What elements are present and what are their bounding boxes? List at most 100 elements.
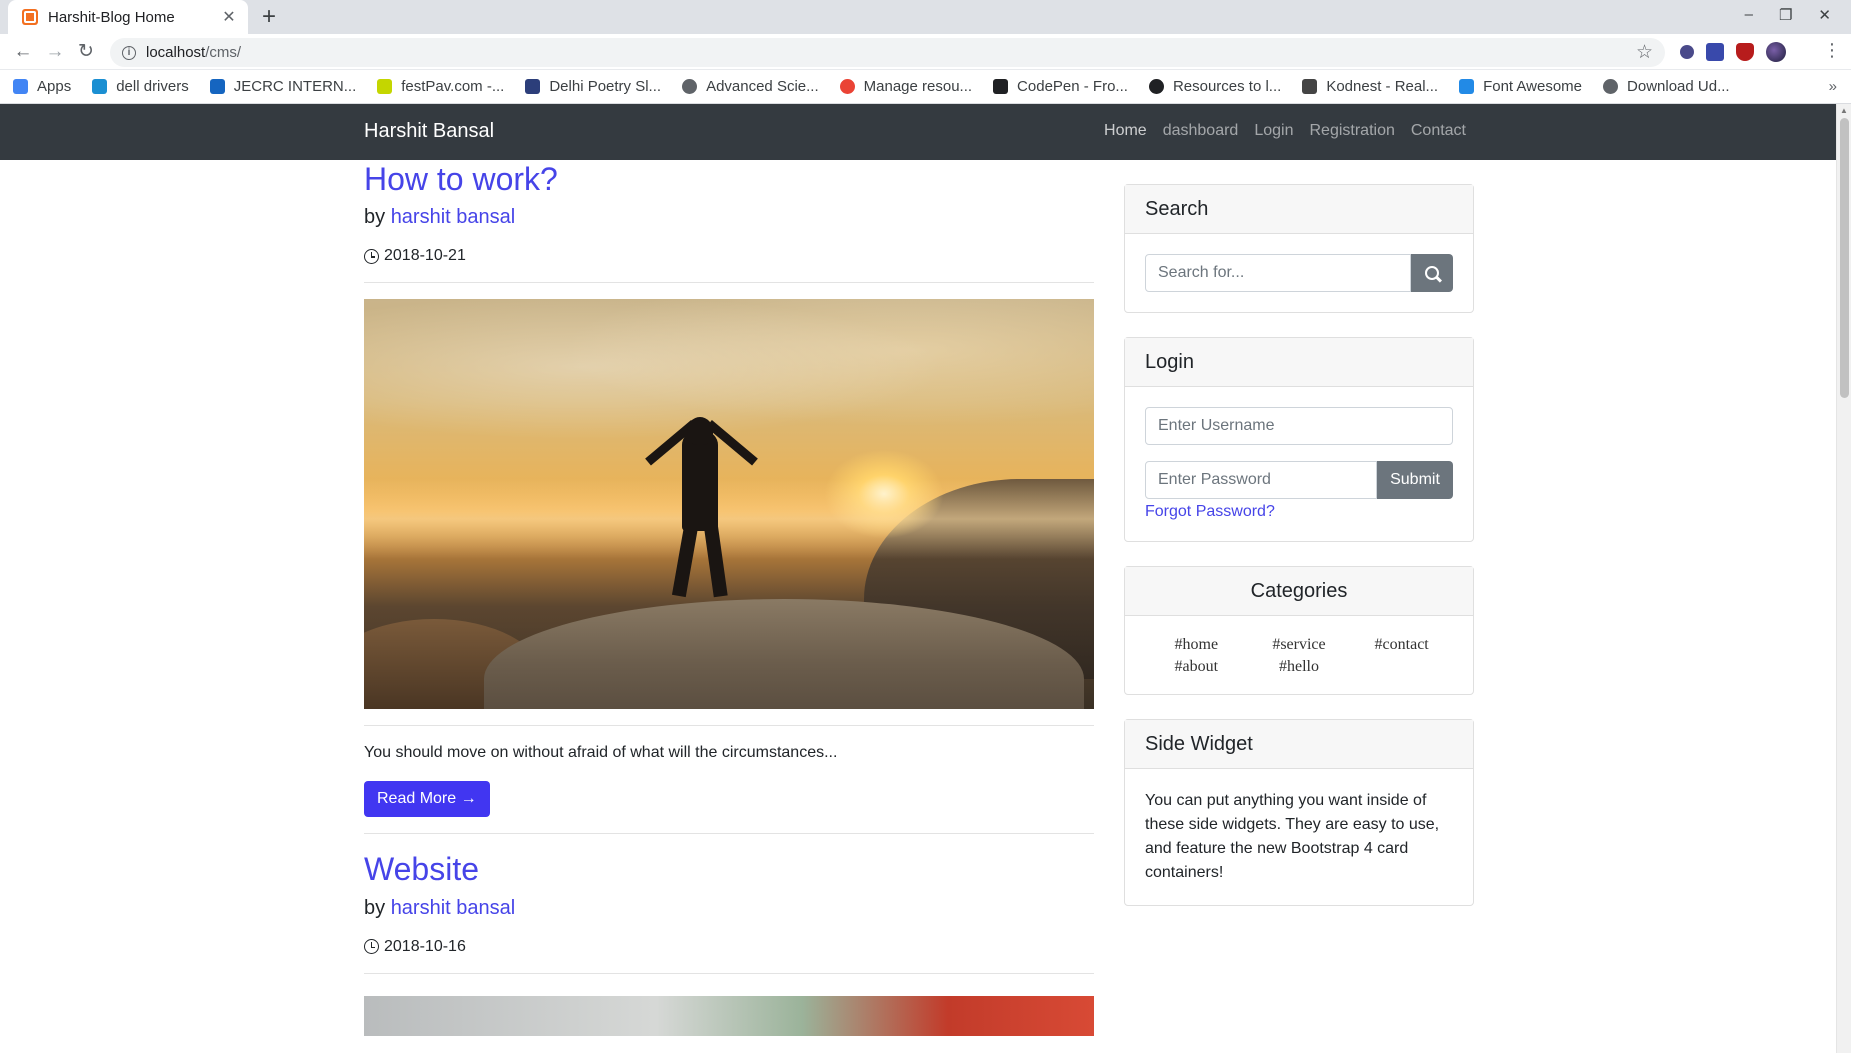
image-person-head [687, 417, 713, 446]
clock-icon [364, 939, 379, 955]
post-date: 2018-10-21 [364, 247, 1094, 265]
globe-icon [682, 79, 698, 94]
categories-card: Categories #home #service #contact #abou… [1124, 566, 1474, 695]
site-info-icon[interactable]: i [122, 45, 136, 60]
profile-avatar[interactable] [1766, 42, 1786, 62]
grid-extension-icon[interactable] [1706, 43, 1724, 61]
search-button[interactable] [1411, 254, 1453, 292]
browser-tab[interactable]: Harshit-Blog Home ✕ [8, 0, 248, 34]
site-navbar: Harshit Bansal Home dashboard Login Regi… [0, 104, 1836, 160]
browser-menu-icon[interactable]: ⋮ [1823, 40, 1841, 61]
scrollbar-thumb[interactable] [1840, 118, 1849, 398]
bookmark-label: dell drivers [116, 78, 189, 95]
scroll-up-arrow-icon[interactable]: ▲ [1840, 106, 1848, 115]
new-tab-icon[interactable]: + [262, 4, 276, 30]
reload-icon[interactable]: ↻ [73, 39, 99, 65]
kodnest-icon [1302, 79, 1318, 94]
delhi-poetry-icon [525, 79, 541, 94]
nav-link-home[interactable]: Home [1104, 122, 1147, 140]
password-group: Enter Password Submit [1145, 461, 1453, 499]
category-link-contact[interactable]: #contact [1350, 636, 1453, 654]
post-author-link[interactable]: harshit bansal [391, 897, 516, 919]
jecrc-icon [209, 79, 225, 94]
divider [364, 282, 1094, 284]
divider [364, 972, 1094, 974]
read-more-button[interactable]: Read More → [364, 781, 490, 818]
bookmark-star-icon[interactable]: ☆ [1636, 41, 1653, 64]
bookmarks-bar: Apps dell drivers JECRC INTERN... festPa… [0, 70, 1851, 104]
bookmark-item[interactable]: dell drivers [92, 78, 189, 95]
post-excerpt: You should move on without afraid of wha… [364, 744, 838, 762]
nav-link-registration[interactable]: Registration [1309, 122, 1394, 140]
page-scrollbar[interactable]: ▲ [1836, 104, 1851, 1053]
pen-extension-icon[interactable] [1680, 45, 1694, 59]
bookmark-label: Resources to l... [1172, 78, 1282, 95]
navbar-brand[interactable]: Harshit Bansal [364, 120, 494, 143]
tab-title: Harshit-Blog Home [48, 8, 175, 26]
post-title[interactable]: How to work? [364, 160, 1094, 198]
bookmark-label: Kodnest - Real... [1326, 78, 1439, 95]
category-link-about[interactable]: #about [1145, 658, 1248, 676]
globe-icon [1603, 79, 1619, 94]
category-list: #home #service #contact #about #hello [1125, 616, 1473, 694]
side-widget-text: You can put anything you want inside of … [1145, 792, 1440, 881]
post-featured-image [364, 299, 1094, 710]
sidebar: Search Search for... Login Enter Usernam… [1124, 184, 1474, 930]
address-bar[interactable]: i localhost/cms/ ☆ [110, 38, 1665, 67]
nav-link-login[interactable]: Login [1254, 122, 1293, 140]
username-input[interactable]: Enter Username [1145, 407, 1453, 445]
minimize-icon[interactable]: – [1745, 6, 1753, 24]
blog-post: Website by harshit bansal 2018-10-16 [364, 850, 1094, 1036]
post-byline: by harshit bansal [364, 206, 1094, 229]
bookmark-item[interactable]: Apps [13, 78, 71, 95]
post-byline: by harshit bansal [364, 897, 1094, 920]
bookmark-item[interactable]: CodePen - Fro... [993, 78, 1128, 95]
forward-arrow-icon[interactable]: → [42, 39, 68, 65]
back-arrow-icon[interactable]: ← [10, 39, 36, 65]
bookmark-label: Advanced Scie... [706, 78, 819, 95]
clock-icon [364, 248, 379, 264]
image-person-body [682, 431, 718, 532]
bookmark-item[interactable]: Manage resou... [839, 78, 972, 95]
post-date: 2018-10-16 [364, 938, 1094, 956]
post-author-link[interactable]: harshit bansal [391, 206, 516, 228]
site-favicon-icon [22, 9, 38, 25]
bookmark-item[interactable]: Resources to l... [1148, 78, 1282, 95]
bookmark-item[interactable]: Font Awesome [1459, 78, 1582, 95]
divider [364, 833, 1094, 835]
tab-close-icon[interactable]: ✕ [220, 7, 238, 27]
restore-icon[interactable]: ❐ [1779, 6, 1792, 24]
category-link-home[interactable]: #home [1145, 636, 1248, 654]
search-card: Search Search for... [1124, 184, 1474, 313]
more-bookmarks-icon[interactable]: » [1829, 78, 1837, 95]
navbar-links: Home dashboard Login Registration Contac… [1104, 122, 1466, 140]
blog-post: How to work? by harshit bansal 2018-10-2… [364, 160, 1094, 835]
search-group: Search for... [1145, 254, 1453, 292]
bookmark-item[interactable]: Download Ud... [1603, 78, 1730, 95]
by-label: by [364, 206, 386, 229]
nav-link-dashboard[interactable]: dashboard [1163, 122, 1239, 140]
google-icon [839, 79, 855, 94]
search-input[interactable]: Search for... [1145, 254, 1411, 292]
password-input[interactable]: Enter Password [1145, 461, 1377, 499]
bookmark-item[interactable]: Kodnest - Real... [1302, 78, 1438, 95]
search-icon [1425, 266, 1439, 280]
bookmark-label: Apps [37, 78, 72, 95]
post-date-text: 2018-10-21 [384, 247, 466, 265]
bookmark-item[interactable]: JECRC INTERN... [209, 78, 356, 95]
bookmark-item[interactable]: Delhi Poetry Sl... [525, 78, 661, 95]
url-path: /cms/ [205, 44, 242, 61]
ublock-shield-icon[interactable] [1736, 43, 1754, 61]
bookmark-item[interactable]: Advanced Scie... [682, 78, 819, 95]
post-title[interactable]: Website [364, 850, 1094, 888]
nav-link-contact[interactable]: Contact [1411, 122, 1466, 140]
forgot-password-link[interactable]: Forgot Password? [1145, 503, 1453, 521]
close-window-icon[interactable]: ✕ [1818, 6, 1831, 24]
category-link-hello[interactable]: #hello [1248, 658, 1351, 676]
bookmark-item[interactable]: festPav.com -... [377, 78, 504, 95]
side-widget-body: You can put anything you want inside of … [1125, 769, 1473, 905]
bookmark-label: Download Ud... [1627, 78, 1730, 95]
festpav-icon [377, 79, 393, 94]
category-link-service[interactable]: #service [1248, 636, 1351, 654]
submit-button[interactable]: Submit [1377, 461, 1453, 499]
